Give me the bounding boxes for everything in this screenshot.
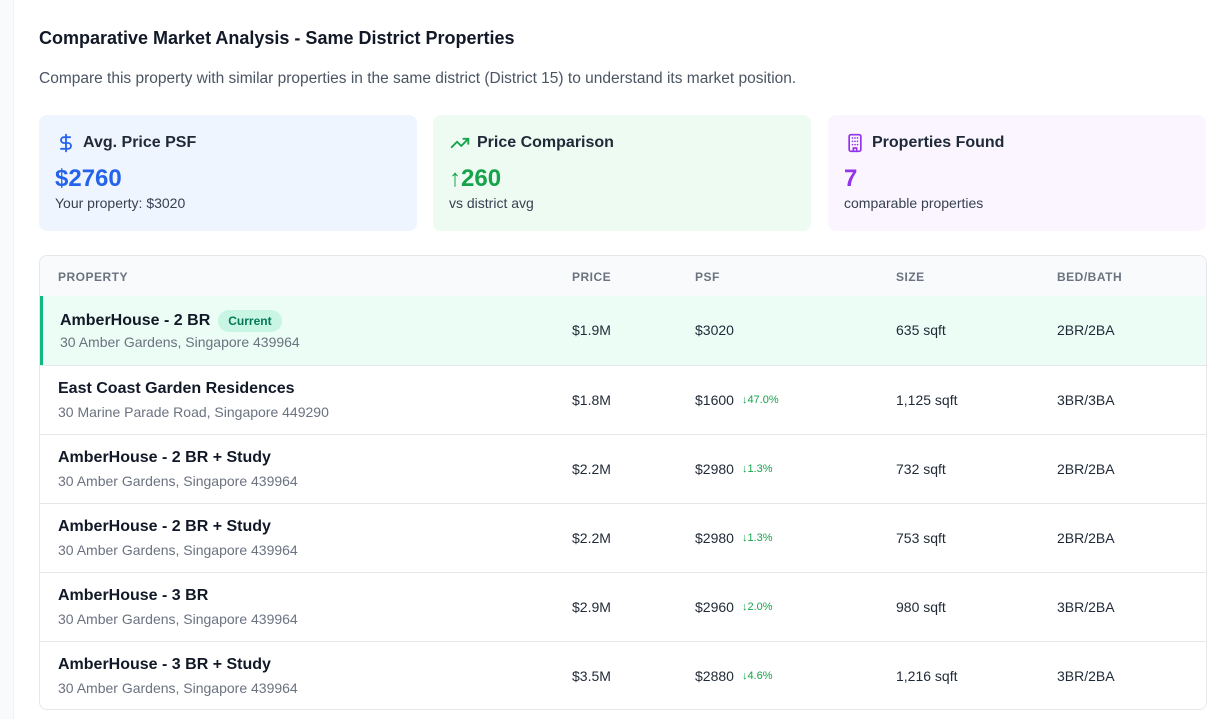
card-value: 7 <box>844 165 858 192</box>
price-cell: $1.9M <box>572 322 611 338</box>
card-label: Properties Found <box>872 134 1005 151</box>
property-name: AmberHouse - 2 BR <box>60 312 211 329</box>
table-row[interactable]: AmberHouse - 3 BR + Study 30 Amber Garde… <box>40 641 1206 709</box>
psf-delta: ↓2.0% <box>741 601 773 613</box>
psf-value: $2960 <box>695 599 734 615</box>
dollar-icon <box>55 132 77 154</box>
section-description: Compare this property with similar prope… <box>39 70 797 87</box>
bed-bath-cell: 3BR/2BA <box>1057 668 1115 684</box>
card-subtext: Your property: $3020 <box>55 195 186 211</box>
price-cell: $3.5M <box>572 668 611 684</box>
table-header: PROPERTY PRICE PSF SIZE BED/BATH <box>40 256 1206 296</box>
psf-value: $3020 <box>695 322 734 338</box>
psf-delta: ↓1.3% <box>741 532 773 544</box>
section-title: Comparative Market Analysis - Same Distr… <box>39 28 515 48</box>
psf-cell: $2980 ↓1.3% <box>695 461 773 477</box>
property-address: 30 Marine Parade Road, Singapore 449290 <box>58 404 329 420</box>
psf-delta: ↓1.3% <box>741 463 773 475</box>
card-value: ↑260 <box>449 165 502 192</box>
size-cell: 753 sqft <box>896 530 946 546</box>
column-header-bed-bath[interactable]: BED/BATH <box>1057 270 1122 284</box>
psf-cell: $3020 <box>695 322 734 338</box>
comparables-table: PROPERTY PRICE PSF SIZE BED/BATH AmberHo… <box>39 255 1207 710</box>
price-cell: $2.2M <box>572 530 611 546</box>
price-cell: $1.8M <box>572 392 611 408</box>
property-name: AmberHouse - 3 BR + Study <box>58 656 271 673</box>
property-name: East Coast Garden Residences <box>58 380 295 397</box>
card-value: $2760 <box>55 165 122 192</box>
psf-delta: ↓4.6% <box>741 670 773 682</box>
column-header-price[interactable]: PRICE <box>572 270 611 284</box>
size-cell: 1,125 sqft <box>896 392 958 408</box>
summary-cards: Avg. Price PSF $2760 Your property: $302… <box>39 115 1207 231</box>
size-cell: 635 sqft <box>896 322 946 338</box>
psf-cell: $1600 ↓47.0% <box>695 392 779 408</box>
price-comparison-card: Price Comparison ↑260 vs district avg <box>433 115 811 231</box>
psf-value: $2980 <box>695 530 734 546</box>
psf-value: $2880 <box>695 668 734 684</box>
psf-cell: $2960 ↓2.0% <box>695 599 773 615</box>
column-header-psf[interactable]: PSF <box>695 270 720 284</box>
left-rail <box>0 0 14 719</box>
table-row[interactable]: AmberHouse - 3 BR 30 Amber Gardens, Sing… <box>40 572 1206 641</box>
property-address: 30 Amber Gardens, Singapore 439964 <box>58 680 298 696</box>
price-cell: $2.2M <box>572 461 611 477</box>
table-row[interactable]: AmberHouse - 2 BR + Study 30 Amber Garde… <box>40 503 1206 572</box>
bed-bath-cell: 2BR/2BA <box>1057 530 1115 546</box>
property-name: AmberHouse - 2 BR + Study <box>58 518 271 535</box>
bed-bath-cell: 3BR/3BA <box>1057 392 1115 408</box>
bed-bath-cell: 3BR/2BA <box>1057 599 1115 615</box>
card-subtext: comparable properties <box>844 195 984 211</box>
property-name: AmberHouse - 3 BR <box>58 587 209 604</box>
bed-bath-cell: 2BR/2BA <box>1057 322 1115 338</box>
avg-price-psf-card: Avg. Price PSF $2760 Your property: $302… <box>39 115 417 231</box>
column-header-size[interactable]: SIZE <box>896 270 925 284</box>
psf-cell: $2980 ↓1.3% <box>695 530 773 546</box>
card-label: Avg. Price PSF <box>83 134 197 151</box>
table-row[interactable]: East Coast Garden Residences 30 Marine P… <box>40 365 1206 434</box>
properties-found-card: Properties Found 7 comparable properties <box>828 115 1206 231</box>
size-cell: 980 sqft <box>896 599 946 615</box>
table-row-current[interactable]: AmberHouse - 2 BR Current 30 Amber Garde… <box>40 296 1206 365</box>
card-label: Price Comparison <box>477 134 614 151</box>
table-row[interactable]: AmberHouse - 2 BR + Study 30 Amber Garde… <box>40 434 1206 503</box>
card-subtext: vs district avg <box>449 195 534 211</box>
building-icon <box>844 132 866 154</box>
size-cell: 732 sqft <box>896 461 946 477</box>
property-name: AmberHouse - 2 BR + Study <box>58 449 271 466</box>
size-cell: 1,216 sqft <box>896 668 958 684</box>
trending-up-icon <box>449 132 471 154</box>
price-cell: $2.9M <box>572 599 611 615</box>
psf-cell: $2880 ↓4.6% <box>695 668 773 684</box>
psf-value: $1600 <box>695 392 734 408</box>
property-address: 30 Amber Gardens, Singapore 439964 <box>60 334 300 350</box>
bed-bath-cell: 2BR/2BA <box>1057 461 1115 477</box>
property-address: 30 Amber Gardens, Singapore 439964 <box>58 542 298 558</box>
psf-delta: ↓47.0% <box>741 394 779 406</box>
current-badge: Current <box>218 310 282 332</box>
column-header-property[interactable]: PROPERTY <box>58 270 128 284</box>
psf-value: $2980 <box>695 461 734 477</box>
property-address: 30 Amber Gardens, Singapore 439964 <box>58 611 298 627</box>
property-address: 30 Amber Gardens, Singapore 439964 <box>58 473 298 489</box>
